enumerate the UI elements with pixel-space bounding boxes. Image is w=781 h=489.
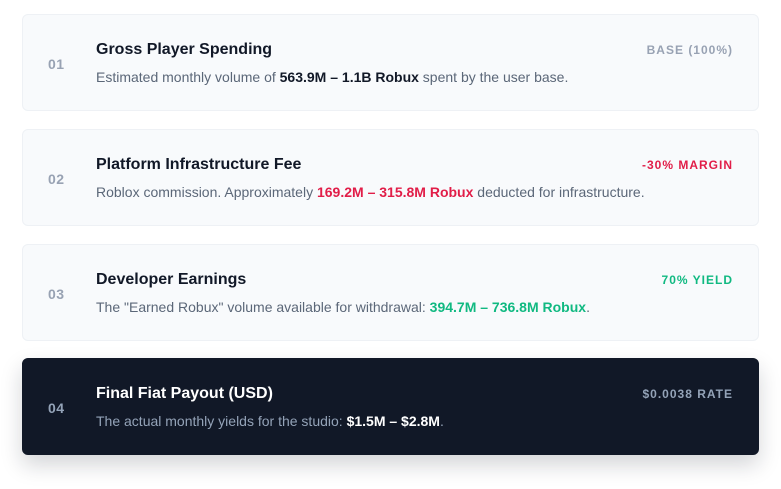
step-badge: BASE (100%): [646, 43, 733, 57]
step-description: The "Earned Robux" volume available for …: [96, 299, 590, 315]
step-title: Developer Earnings: [96, 271, 247, 288]
step-number: 04: [48, 400, 65, 416]
desc-value: 394.7M – 736.8M Robux: [429, 299, 587, 315]
desc-prefix: Roblox commission. Approximately: [96, 184, 317, 200]
step-title: Final Fiat Payout (USD): [96, 385, 273, 402]
step-card-platform-fee: 02 Platform Infrastructure Fee -30% MARG…: [22, 129, 759, 226]
step-description: Roblox commission. Approximately 169.2M …: [96, 184, 645, 200]
desc-prefix: The "Earned Robux" volume available for …: [96, 299, 430, 315]
desc-suffix: .: [586, 299, 590, 315]
desc-suffix: deducted for infrastructure.: [473, 184, 645, 200]
desc-value: 169.2M – 315.8M Robux: [316, 184, 474, 200]
desc-prefix: Estimated monthly volume of: [96, 69, 280, 85]
step-badge: $0.0038 RATE: [642, 387, 733, 401]
step-badge: 70% YIELD: [661, 273, 733, 287]
step-number: 03: [48, 286, 65, 302]
step-card-developer-earnings: 03 Developer Earnings 70% YIELD The "Ear…: [22, 244, 759, 341]
desc-value: $1.5M – $2.8M: [346, 413, 440, 429]
step-number: 01: [48, 56, 65, 72]
desc-suffix: .: [439, 413, 444, 429]
desc-value: 563.9M – 1.1B Robux: [279, 69, 419, 85]
step-number: 02: [48, 171, 65, 187]
step-description: The actual monthly yields for the studio…: [96, 413, 444, 429]
step-title: Gross Player Spending: [96, 41, 273, 58]
step-badge: -30% MARGIN: [641, 158, 733, 172]
desc-suffix: spent by the user base.: [418, 69, 569, 85]
step-card-final-payout: 04 Final Fiat Payout (USD) $0.0038 RATE …: [22, 358, 759, 455]
desc-prefix: The actual monthly yields for the studio…: [96, 413, 347, 429]
step-title: Platform Infrastructure Fee: [96, 156, 302, 173]
step-card-gross-spending: 01 Gross Player Spending BASE (100%) Est…: [22, 14, 759, 111]
payout-breakdown: 01 Gross Player Spending BASE (100%) Est…: [0, 0, 781, 489]
step-description: Estimated monthly volume of 563.9M – 1.1…: [96, 69, 568, 85]
